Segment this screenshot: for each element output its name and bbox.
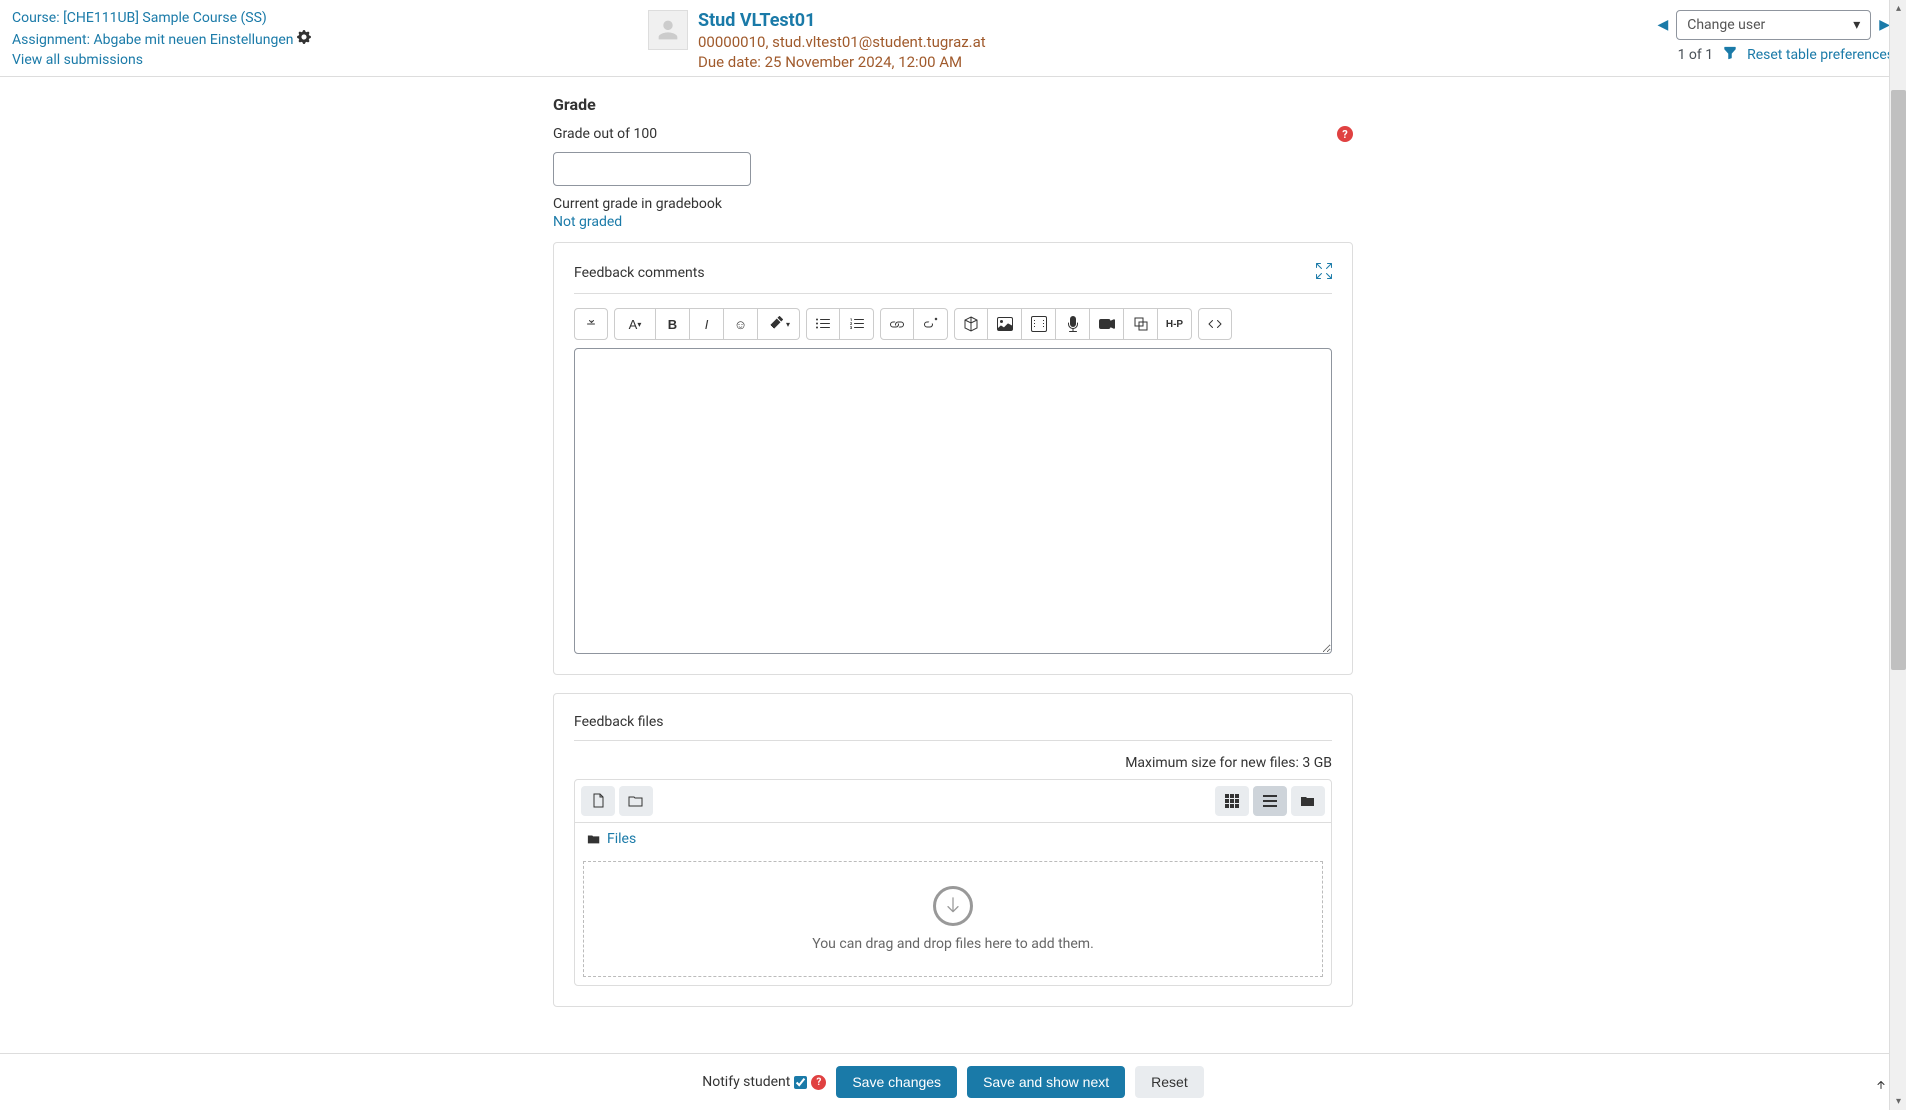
grade-label-row: Grade out of 100 ? [553, 126, 1353, 142]
scrollbar-thumb[interactable] [1891, 90, 1906, 670]
file-manager: Files You can drag and drop files here t… [574, 779, 1332, 986]
save-changes-button[interactable]: Save changes [836, 1066, 957, 1098]
fm-toolbar-right [1215, 786, 1325, 816]
header-left: Course: [CHE111UB] Sample Course (SS) As… [12, 10, 311, 68]
toolbar-ul-icon[interactable] [806, 308, 840, 340]
fm-breadcrumb: Files [575, 823, 1331, 855]
grade-input[interactable] [553, 152, 751, 186]
toolbar-box-icon[interactable] [954, 308, 988, 340]
toolbar-highlight-icon[interactable]: ▾ [758, 308, 800, 340]
user-avatar [648, 10, 688, 50]
toolbar-link-icon[interactable] [880, 308, 914, 340]
view-tree-icon[interactable] [1291, 786, 1325, 816]
view-list-icon[interactable] [1253, 786, 1287, 816]
scrollbar[interactable]: ▴ ▾ [1889, 0, 1906, 1110]
save-next-button[interactable]: Save and show next [967, 1066, 1125, 1098]
content-inner: Grade Grade out of 100 ? Current grade i… [553, 95, 1353, 1025]
help-icon[interactable]: ? [1337, 126, 1353, 142]
header-right: ◀ Change user ▶ 1 of 1 Reset table prefe… [1653, 10, 1894, 64]
user-count: 1 of 1 [1678, 47, 1714, 63]
footer-bar: Notify student ? Save changes Save and s… [0, 1053, 1906, 1110]
prev-user-arrow[interactable]: ◀ [1653, 13, 1672, 37]
grade-label: Grade out of 100 [553, 126, 657, 142]
toolbar-unlink-icon[interactable] [914, 308, 948, 340]
toolbar-ol-icon[interactable] [840, 308, 874, 340]
feedback-editor[interactable] [574, 348, 1332, 654]
not-graded-link[interactable]: Not graded [553, 214, 622, 230]
toolbar-manage-icon[interactable] [1124, 308, 1158, 340]
toolbar-image-icon[interactable] [988, 308, 1022, 340]
user-nav: ◀ Change user ▶ [1653, 10, 1894, 40]
toolbar-paragraph-icon[interactable]: A▾ [614, 308, 656, 340]
toolbar-bold-icon[interactable]: B [656, 308, 690, 340]
view-all-link[interactable]: View all submissions [12, 52, 311, 68]
dropzone[interactable]: You can drag and drop files here to add … [583, 861, 1323, 977]
user-name-link[interactable]: Stud VLTest01 [698, 10, 986, 31]
gradebook-label: Current grade in gradebook [553, 196, 1353, 212]
feedback-files-header: Feedback files [574, 714, 1332, 741]
scrollbar-up-icon[interactable]: ▴ [1890, 0, 1906, 17]
toolbar-media-icon[interactable] [1022, 308, 1056, 340]
expand-icon[interactable] [1316, 263, 1332, 283]
user-info: Stud VLTest01 00000010, stud.vltest01@st… [698, 10, 986, 71]
toolbar-microphone-icon[interactable] [1056, 308, 1090, 340]
feedback-comments-title: Feedback comments [574, 265, 705, 281]
main-content: Grade Grade out of 100 ? Current grade i… [0, 77, 1906, 1085]
toolbar-expand-icon[interactable] [574, 308, 608, 340]
max-size-label: Maximum size for new files: 3 GB [574, 755, 1332, 771]
toolbar-emoji-icon[interactable]: ☺ [724, 308, 758, 340]
header-center: Stud VLTest01 00000010, stud.vltest01@st… [648, 10, 986, 71]
notify-label: Notify student [702, 1074, 790, 1090]
notify-checkbox[interactable] [794, 1076, 807, 1089]
scrollbar-down-icon[interactable]: ▾ [1890, 1093, 1906, 1110]
fm-toolbar-left [581, 786, 653, 816]
change-user-label: Change user [1687, 17, 1765, 33]
files-breadcrumb-link[interactable]: Files [607, 831, 636, 847]
gear-icon[interactable] [297, 32, 311, 48]
feedback-comments-header: Feedback comments [574, 263, 1332, 294]
toolbar-code-icon[interactable] [1198, 308, 1232, 340]
folder-icon [587, 832, 601, 846]
toolbar-h5p-icon[interactable]: H-P [1158, 308, 1192, 340]
grade-section-title: Grade [553, 95, 1353, 114]
create-folder-icon[interactable] [619, 786, 653, 816]
fm-toolbar [575, 780, 1331, 823]
assignment-link[interactable]: Assignment: Abgabe mit neuen Einstellung… [12, 32, 294, 48]
assignment-row: Assignment: Abgabe mit neuen Einstellung… [12, 30, 311, 48]
reset-button[interactable]: Reset [1135, 1066, 1204, 1098]
header-right-bottom: 1 of 1 Reset table preferences [1678, 46, 1894, 64]
download-arrow-icon [933, 886, 973, 926]
dropzone-text: You can drag and drop files here to add … [812, 936, 1094, 952]
toolbar-video-icon[interactable] [1090, 308, 1124, 340]
view-grid-icon[interactable] [1215, 786, 1249, 816]
feedback-files-title: Feedback files [574, 714, 664, 730]
due-date: Due date: 25 November 2024, 12:00 AM [698, 53, 986, 71]
feedback-files-card: Feedback files Maximum size for new file… [553, 693, 1353, 1007]
course-link[interactable]: Course: [CHE111UB] Sample Course (SS) [12, 10, 311, 26]
filter-icon[interactable] [1723, 46, 1737, 64]
change-user-select[interactable]: Change user [1676, 10, 1871, 40]
notify-help-icon[interactable]: ? [811, 1075, 826, 1090]
notify-student-row: Notify student ? [702, 1074, 826, 1090]
toolbar-italic-icon[interactable]: I [690, 308, 724, 340]
editor-toolbar: A▾ B I ☺ ▾ [574, 308, 1332, 340]
add-file-icon[interactable] [581, 786, 615, 816]
feedback-comments-card: Feedback comments A▾ B I ☺ [553, 242, 1353, 675]
user-email: 00000010, stud.vltest01@student.tugraz.a… [698, 33, 986, 51]
reset-prefs-link[interactable]: Reset table preferences [1747, 47, 1894, 63]
page-header: Course: [CHE111UB] Sample Course (SS) As… [0, 0, 1906, 77]
